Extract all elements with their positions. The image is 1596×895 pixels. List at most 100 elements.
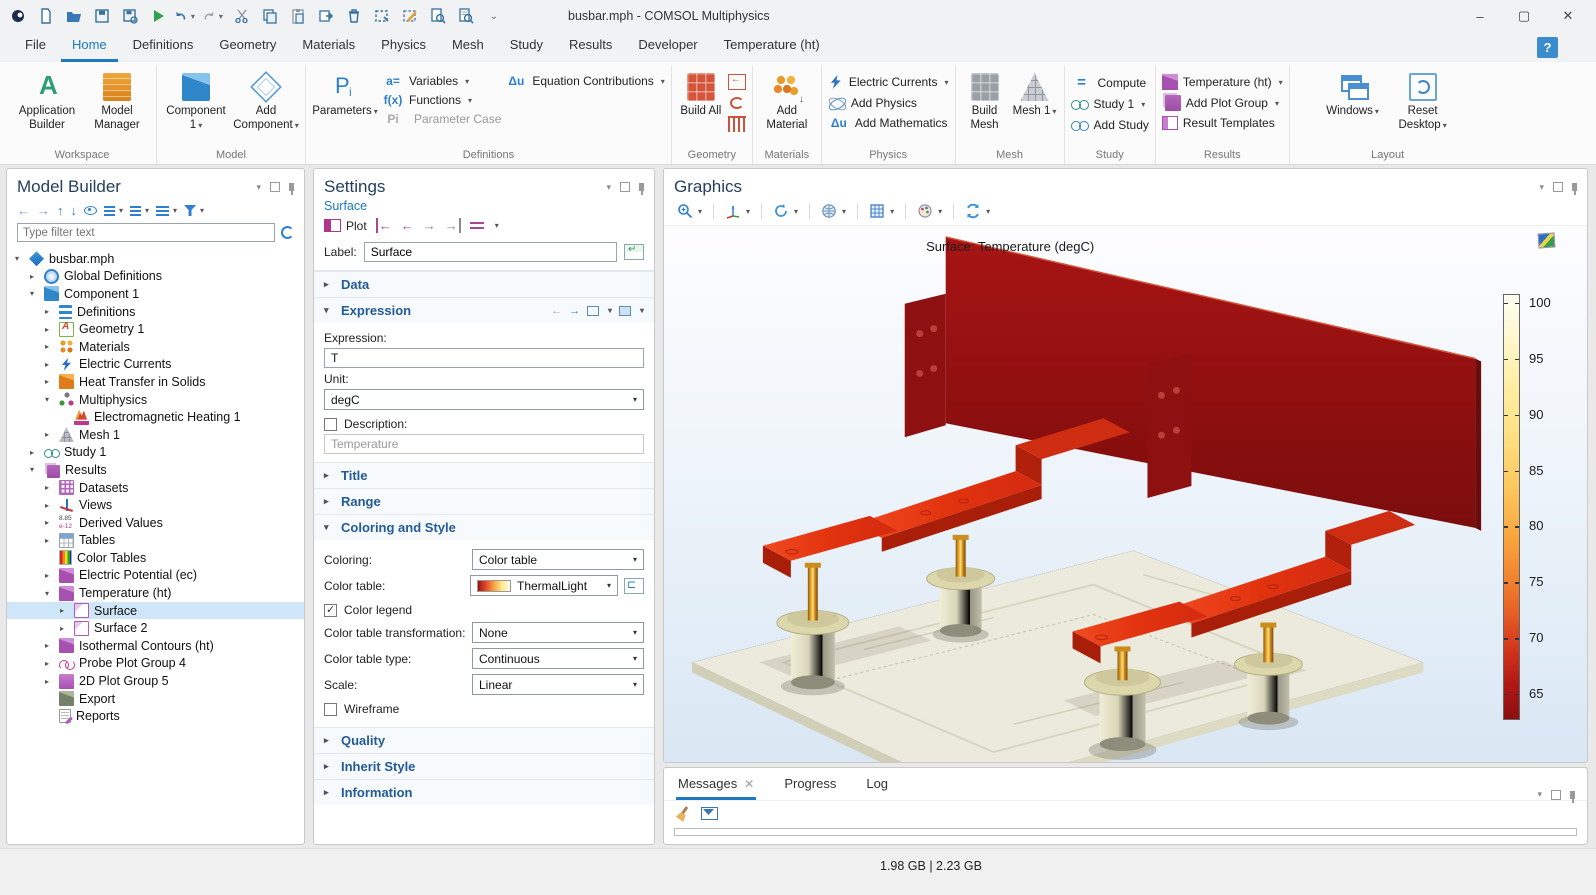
- tree-item[interactable]: ▸ Tables: [7, 532, 304, 550]
- tree-item[interactable]: Color Tables: [7, 549, 304, 567]
- zoom-button[interactable]: ▾: [674, 201, 705, 221]
- menu-tab[interactable]: Physics: [370, 32, 437, 62]
- float-panel-icon[interactable]: [620, 182, 630, 192]
- tree-expander-icon[interactable]: ▸: [45, 307, 59, 316]
- minimize-button[interactable]: –: [1458, 1, 1502, 31]
- add-plot-group-button[interactable]: Add Plot Group▾: [1162, 95, 1283, 111]
- section-data[interactable]: ▸Data: [314, 271, 654, 297]
- paste-button[interactable]: [286, 4, 310, 28]
- pin-panel-icon[interactable]: [289, 183, 294, 191]
- scene-light-button[interactable]: ▾: [914, 201, 945, 221]
- section-coloring-style[interactable]: ▾Coloring and Style: [314, 514, 654, 540]
- build-all-button[interactable]: Build All: [678, 70, 724, 119]
- refresh-icon[interactable]: [281, 226, 294, 239]
- update-plot-button[interactable]: ▾: [962, 201, 993, 221]
- pin-panel-icon[interactable]: [1572, 183, 1577, 191]
- geometry-import-button[interactable]: [728, 74, 746, 90]
- qat-overflow-button[interactable]: ⌄: [482, 4, 506, 28]
- close-tab-icon[interactable]: ✕: [744, 777, 754, 791]
- plot-next-icon[interactable]: →: [423, 218, 436, 233]
- save-as-button[interactable]: [118, 4, 142, 28]
- application-builder-button[interactable]: Application Builder: [14, 70, 80, 132]
- tree-item[interactable]: ▸ Geometry 1: [7, 320, 304, 338]
- maximize-button[interactable]: ▢: [1502, 1, 1546, 31]
- tree-expander-icon[interactable]: ▸: [30, 448, 44, 457]
- tree-expander-icon[interactable]: ▾: [30, 289, 44, 298]
- tree-expander-icon[interactable]: ▸: [60, 606, 74, 615]
- float-panel-icon[interactable]: [1553, 182, 1563, 192]
- new-file-button[interactable]: [34, 4, 58, 28]
- chevron-down-icon[interactable]: ▾: [495, 221, 499, 230]
- reset-desktop-button[interactable]: Reset Desktop▾: [1390, 70, 1456, 132]
- label-input[interactable]: [364, 242, 617, 262]
- tree-item[interactable]: ▾ Results: [7, 461, 304, 479]
- tree-item[interactable]: ▸ Materials: [7, 338, 304, 356]
- menu-tab[interactable]: Temperature (ht): [713, 32, 831, 62]
- section-information[interactable]: ▸Information: [314, 779, 654, 805]
- add-physics-button[interactable]: Add Physics: [828, 95, 949, 111]
- open-file-button[interactable]: [62, 4, 86, 28]
- plot-previous-icon[interactable]: ←: [401, 218, 414, 233]
- variables-button[interactable]: a=Variables▾: [382, 74, 501, 88]
- insert-expression-icon[interactable]: [587, 306, 599, 316]
- plot-in-icon[interactable]: [470, 222, 484, 229]
- tree-item[interactable]: ▸ Datasets: [7, 479, 304, 497]
- tree-item[interactable]: ▸ Views: [7, 496, 304, 514]
- tree-item[interactable]: ▸ Isothermal Contours (ht): [7, 637, 304, 655]
- messages-tab[interactable]: Progress ✕: [782, 772, 838, 800]
- tree-columns-button[interactable]: ▾: [156, 206, 177, 216]
- menu-tab[interactable]: Definitions: [122, 32, 205, 62]
- scale-select[interactable]: Linear▾: [472, 674, 644, 695]
- app-logo[interactable]: [6, 4, 30, 28]
- messages-tab[interactable]: Messages ✕: [676, 772, 756, 800]
- tree-item[interactable]: ▸ Study 1: [7, 444, 304, 462]
- tree-item[interactable]: Export: [7, 690, 304, 708]
- tree-item[interactable]: ▸ Derived Values: [7, 514, 304, 532]
- equation-contributions-button[interactable]: ΔuEquation Contributions▾: [505, 74, 664, 88]
- model-manager-button[interactable]: Model Manager: [84, 70, 150, 132]
- section-range[interactable]: ▸Range: [314, 488, 654, 514]
- tree-expander-icon[interactable]: ▾: [30, 465, 44, 474]
- panel-menu-icon[interactable]: ▾: [256, 182, 261, 193]
- save-button[interactable]: [90, 4, 114, 28]
- mesh-1-button[interactable]: Mesh 1▾: [1012, 70, 1058, 119]
- description-input[interactable]: [324, 434, 644, 454]
- tree-item[interactable]: ▸ Electric Potential (ec): [7, 567, 304, 585]
- tree-expander-icon[interactable]: ▾: [45, 395, 59, 404]
- wireframe-checkbox[interactable]: [324, 703, 337, 716]
- tree-expander-icon[interactable]: ▸: [45, 377, 59, 386]
- grid-button[interactable]: ▾: [866, 201, 897, 221]
- menu-tab[interactable]: Geometry: [208, 32, 287, 62]
- expand-tree-button[interactable]: ▾: [104, 206, 123, 216]
- undo-button[interactable]: ▾: [174, 4, 198, 28]
- float-panel-icon[interactable]: [270, 182, 280, 192]
- next-expression-icon[interactable]: →: [569, 305, 580, 317]
- tree-item[interactable]: ▸ Heat Transfer in Solids: [7, 373, 304, 391]
- add-material-button[interactable]: Add Material: [759, 70, 815, 132]
- panel-menu-icon[interactable]: ▾: [1539, 182, 1544, 193]
- tree-item[interactable]: ▾ Multiphysics: [7, 391, 304, 409]
- graphics-canvas[interactable]: Surface: Temperature (degC) 100959085807…: [664, 225, 1587, 762]
- tree-expander-icon[interactable]: ▾: [15, 254, 29, 263]
- section-title[interactable]: ▸Title: [314, 462, 654, 488]
- tree-expander-icon[interactable]: ▸: [45, 641, 59, 650]
- copy-button[interactable]: [258, 4, 282, 28]
- tree-item[interactable]: Electromagnetic Heating 1: [7, 408, 304, 426]
- scene-projection-button[interactable]: ▾: [818, 201, 849, 221]
- tree-item[interactable]: ▾ busbar.mph: [7, 250, 304, 268]
- help-button[interactable]: ?: [1537, 37, 1558, 58]
- tree-item[interactable]: ▸ 2D Plot Group 5: [7, 672, 304, 690]
- electric-currents-button[interactable]: Electric Currents▾: [828, 74, 949, 90]
- show-button[interactable]: [84, 206, 97, 215]
- tree-expander-icon[interactable]: ▸: [45, 360, 59, 369]
- tree-item[interactable]: ▸ Electric Currents: [7, 356, 304, 374]
- messages-content[interactable]: [674, 828, 1577, 836]
- tree-item[interactable]: ▾ Temperature (ht): [7, 584, 304, 602]
- plot-button[interactable]: Plot: [324, 219, 367, 233]
- tree-expander-icon[interactable]: ▸: [45, 677, 59, 686]
- tree-item[interactable]: ▸ Surface 2: [7, 619, 304, 637]
- add-study-button[interactable]: Add Study: [1071, 117, 1149, 133]
- menu-tab[interactable]: Mesh: [441, 32, 495, 62]
- transformation-select[interactable]: None▾: [472, 622, 644, 643]
- move-down-button[interactable]: ↓: [71, 203, 78, 218]
